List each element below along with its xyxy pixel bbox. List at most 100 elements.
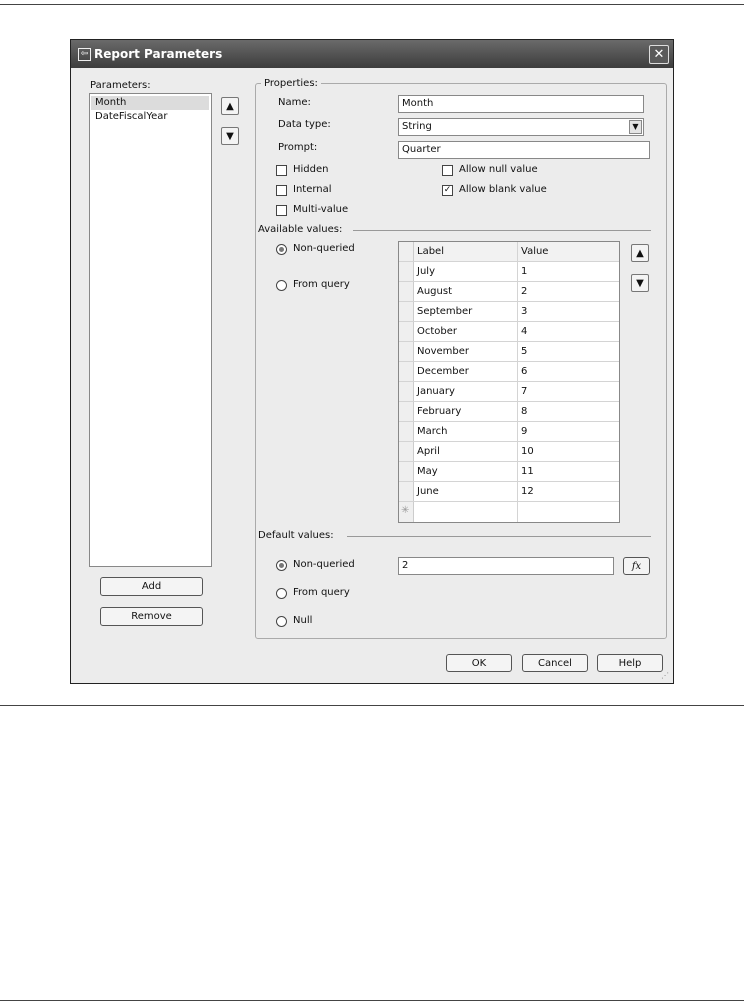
row-header[interactable] — [399, 342, 414, 361]
default-null-radio[interactable] — [276, 616, 287, 627]
value-cell[interactable]: 3 — [518, 302, 619, 321]
table-row[interactable]: July 1 — [399, 262, 619, 282]
row-header[interactable] — [399, 322, 414, 341]
table-row[interactable]: February 8 — [399, 402, 619, 422]
label-cell[interactable] — [414, 502, 518, 522]
add-button[interactable]: Add — [100, 577, 203, 596]
table-row[interactable]: September 3 — [399, 302, 619, 322]
table-row[interactable]: December 6 — [399, 362, 619, 382]
available-fromquery-radio[interactable] — [276, 280, 287, 291]
default-nonqueried-radio[interactable] — [276, 560, 287, 571]
row-header[interactable] — [399, 302, 414, 321]
resize-grip-icon[interactable]: ⋰ — [661, 671, 671, 681]
value-cell[interactable]: 11 — [518, 462, 619, 481]
table-row[interactable]: June 12 — [399, 482, 619, 502]
value-cell[interactable] — [518, 502, 619, 522]
multivalue-checkbox[interactable] — [276, 205, 287, 216]
available-values-label: Available values: — [258, 224, 343, 235]
value-cell[interactable]: 4 — [518, 322, 619, 341]
table-row[interactable]: April 10 — [399, 442, 619, 462]
value-cell[interactable]: 10 — [518, 442, 619, 461]
allow-null-label: Allow null value — [459, 164, 538, 175]
table-row[interactable]: May 11 — [399, 462, 619, 482]
default-value-input[interactable]: 2 — [398, 557, 614, 575]
prompt-label: Prompt: — [278, 142, 318, 153]
available-fromquery-label: From query — [293, 279, 350, 290]
value-cell[interactable]: 6 — [518, 362, 619, 381]
hidden-label: Hidden — [293, 164, 329, 175]
row-header[interactable] — [399, 382, 414, 401]
label-cell[interactable]: May — [414, 462, 518, 481]
row-header[interactable] — [399, 362, 414, 381]
prompt-input[interactable]: Quarter — [398, 141, 650, 159]
close-button[interactable]: ✕ — [649, 45, 669, 64]
fx-expression-button[interactable]: fx — [623, 557, 650, 575]
parameters-listbox[interactable]: Month DateFiscalYear — [89, 93, 212, 567]
parameter-item-datefiscalyear[interactable]: DateFiscalYear — [91, 110, 209, 124]
label-cell[interactable]: July — [414, 262, 518, 281]
row-header[interactable]: ✳ — [399, 502, 414, 522]
dialog-title: Report Parameters — [94, 47, 223, 61]
allow-blank-checkbox[interactable]: ✓ — [442, 185, 453, 196]
internal-checkbox[interactable] — [276, 185, 287, 196]
help-button[interactable]: Help — [597, 654, 663, 672]
label-cell[interactable]: June — [414, 482, 518, 501]
chevron-down-icon[interactable]: ▼ — [629, 120, 642, 134]
label-cell[interactable]: January — [414, 382, 518, 401]
row-header[interactable] — [399, 442, 414, 461]
label-cell[interactable]: March — [414, 422, 518, 441]
value-cell[interactable]: 1 — [518, 262, 619, 281]
table-row[interactable]: March 9 — [399, 422, 619, 442]
move-down-button[interactable]: ▼ — [221, 127, 239, 145]
row-header[interactable] — [399, 282, 414, 301]
title-bar[interactable]: ⇦ Report Parameters ✕ — [71, 40, 673, 68]
available-values-grid[interactable]: Label Value July 1 August 2 September 3 Oct… — [398, 241, 620, 523]
column-header-label[interactable]: Label — [414, 242, 518, 261]
page-rule-top — [0, 4, 744, 5]
row-header[interactable] — [399, 402, 414, 421]
label-cell[interactable]: December — [414, 362, 518, 381]
page-rule-bottom — [0, 1000, 744, 1001]
table-row[interactable]: October 4 — [399, 322, 619, 342]
label-cell[interactable]: September — [414, 302, 518, 321]
allow-null-checkbox[interactable] — [442, 165, 453, 176]
remove-button[interactable]: Remove — [100, 607, 203, 626]
datatype-select[interactable]: String ▼ — [398, 118, 644, 136]
value-cell[interactable]: 5 — [518, 342, 619, 361]
properties-caption: Properties: — [261, 78, 321, 89]
grid-header-row: Label Value — [399, 242, 619, 262]
available-nonqueried-radio[interactable] — [276, 244, 287, 255]
row-header[interactable] — [399, 482, 414, 501]
new-row[interactable]: ✳ — [399, 502, 619, 522]
table-row[interactable]: November 5 — [399, 342, 619, 362]
value-cell[interactable]: 12 — [518, 482, 619, 501]
value-cell[interactable]: 9 — [518, 422, 619, 441]
row-header[interactable] — [399, 262, 414, 281]
column-header-value[interactable]: Value — [518, 242, 619, 261]
ok-button[interactable]: OK — [446, 654, 512, 672]
row-down-button[interactable]: ▼ — [631, 274, 649, 292]
row-header[interactable] — [399, 462, 414, 481]
move-up-button[interactable]: ▲ — [221, 97, 239, 115]
name-input[interactable]: Month — [398, 95, 644, 113]
label-cell[interactable]: October — [414, 322, 518, 341]
value-cell[interactable]: 2 — [518, 282, 619, 301]
hidden-checkbox[interactable] — [276, 165, 287, 176]
value-cell[interactable]: 8 — [518, 402, 619, 421]
name-label: Name: — [278, 97, 311, 108]
parameters-label: Parameters: — [90, 80, 151, 91]
table-row[interactable]: August 2 — [399, 282, 619, 302]
label-cell[interactable]: August — [414, 282, 518, 301]
row-up-button[interactable]: ▲ — [631, 244, 649, 262]
default-fromquery-radio[interactable] — [276, 588, 287, 599]
default-values-label: Default values: — [258, 530, 334, 541]
cancel-button[interactable]: Cancel — [522, 654, 588, 672]
table-row[interactable]: January 7 — [399, 382, 619, 402]
row-header[interactable] — [399, 422, 414, 441]
label-cell[interactable]: February — [414, 402, 518, 421]
datatype-value: String — [402, 121, 432, 132]
label-cell[interactable]: November — [414, 342, 518, 361]
label-cell[interactable]: April — [414, 442, 518, 461]
parameter-item-month[interactable]: Month — [91, 96, 209, 110]
value-cell[interactable]: 7 — [518, 382, 619, 401]
